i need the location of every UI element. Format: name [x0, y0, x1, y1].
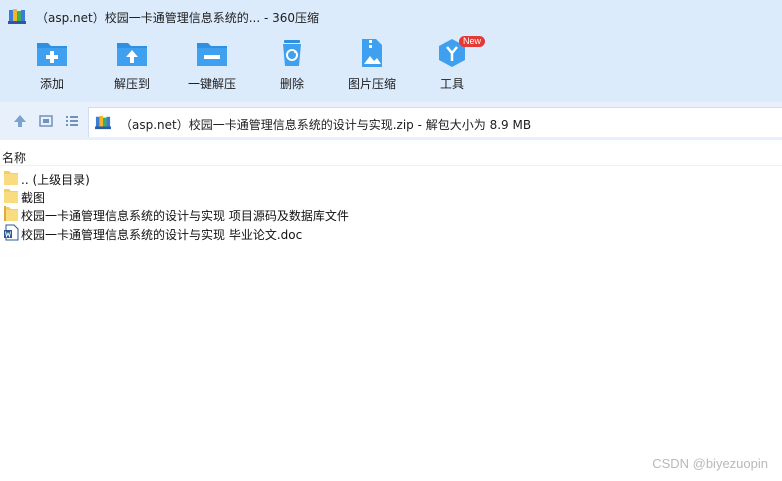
add-label: 添加 [39, 77, 64, 91]
delete-label: 删除 [279, 77, 304, 91]
list-item-label: 校园一卡通管理信息系统的设计与实现 毕业论文.doc [21, 228, 303, 242]
folder-icon [4, 189, 18, 203]
add-button[interactable]: 添加 [15, 38, 89, 98]
one-click-extract-label: 一键解压 [187, 77, 236, 91]
folder-extract-icon [117, 43, 147, 66]
folder-icon [4, 171, 18, 185]
delete-button[interactable]: 删除 [255, 38, 329, 98]
list-item[interactable]: 校园一卡通管理信息系统的设计与实现 项目源码及数据库文件 [0, 205, 782, 223]
address-field[interactable]: （asp.net）校园一卡通管理信息系统的设计与实现.zip - 解包大小为 8… [88, 107, 782, 137]
list-item[interactable]: 校园一卡通管理信息系统的设计与实现 毕业论文.doc [0, 224, 782, 242]
list-item-label: 截图 [21, 191, 46, 205]
archive-books-icon [95, 115, 111, 130]
address-bar: （asp.net）校园一卡通管理信息系统的设计与实现.zip - 解包大小为 8… [0, 102, 782, 140]
tools-button[interactable]: New 工具 [415, 36, 489, 98]
tools-label: 工具 [439, 77, 464, 91]
image-compress-button[interactable]: 图片压缩 [335, 38, 409, 98]
column-header-name[interactable]: 名称 [2, 149, 26, 166]
toolbar: 添加 解压到 一键解压 删除 图片压缩 New 工具 [0, 32, 782, 102]
one-click-extract-button[interactable]: 一键解压 [175, 38, 249, 98]
thumbnail-view-icon[interactable] [38, 113, 54, 129]
folder-one-click-extract-icon [197, 43, 227, 66]
title-bar: （asp.net）校园一卡通管理信息系统的... - 360压缩 [0, 0, 782, 32]
word-doc-icon [4, 224, 19, 241]
recycle-bin-icon [283, 40, 301, 66]
address-path: （asp.net）校园一卡通管理信息系统的设计与实现.zip - 解包大小为 8… [120, 118, 532, 132]
new-badge: New [459, 36, 486, 47]
file-list: 名称 .. (上级目录) 截图 校园一卡通管理信息系统的设计与实现 项目源码及数… [0, 145, 782, 481]
archive-books-icon [8, 9, 26, 24]
extract-to-label: 解压到 [113, 77, 150, 91]
watermark: CSDN @biyezuopin [652, 456, 768, 471]
image-compress-icon [362, 39, 382, 67]
list-item[interactable]: 截图 [0, 187, 782, 205]
folder-add-icon [37, 43, 67, 66]
extract-to-button[interactable]: 解压到 [95, 38, 169, 98]
folder-icon [4, 206, 18, 221]
header-divider [0, 165, 782, 166]
list-item[interactable]: .. (上级目录) [0, 169, 782, 187]
list-item-label: 校园一卡通管理信息系统的设计与实现 项目源码及数据库文件 [21, 209, 349, 223]
window-title: （asp.net）校园一卡通管理信息系统的... - 360压缩 [36, 11, 320, 25]
list-item-label: .. (上级目录) [21, 173, 90, 187]
up-arrow-icon[interactable] [12, 113, 28, 129]
list-view-icon[interactable] [64, 113, 80, 129]
image-compress-label: 图片压缩 [347, 77, 396, 91]
